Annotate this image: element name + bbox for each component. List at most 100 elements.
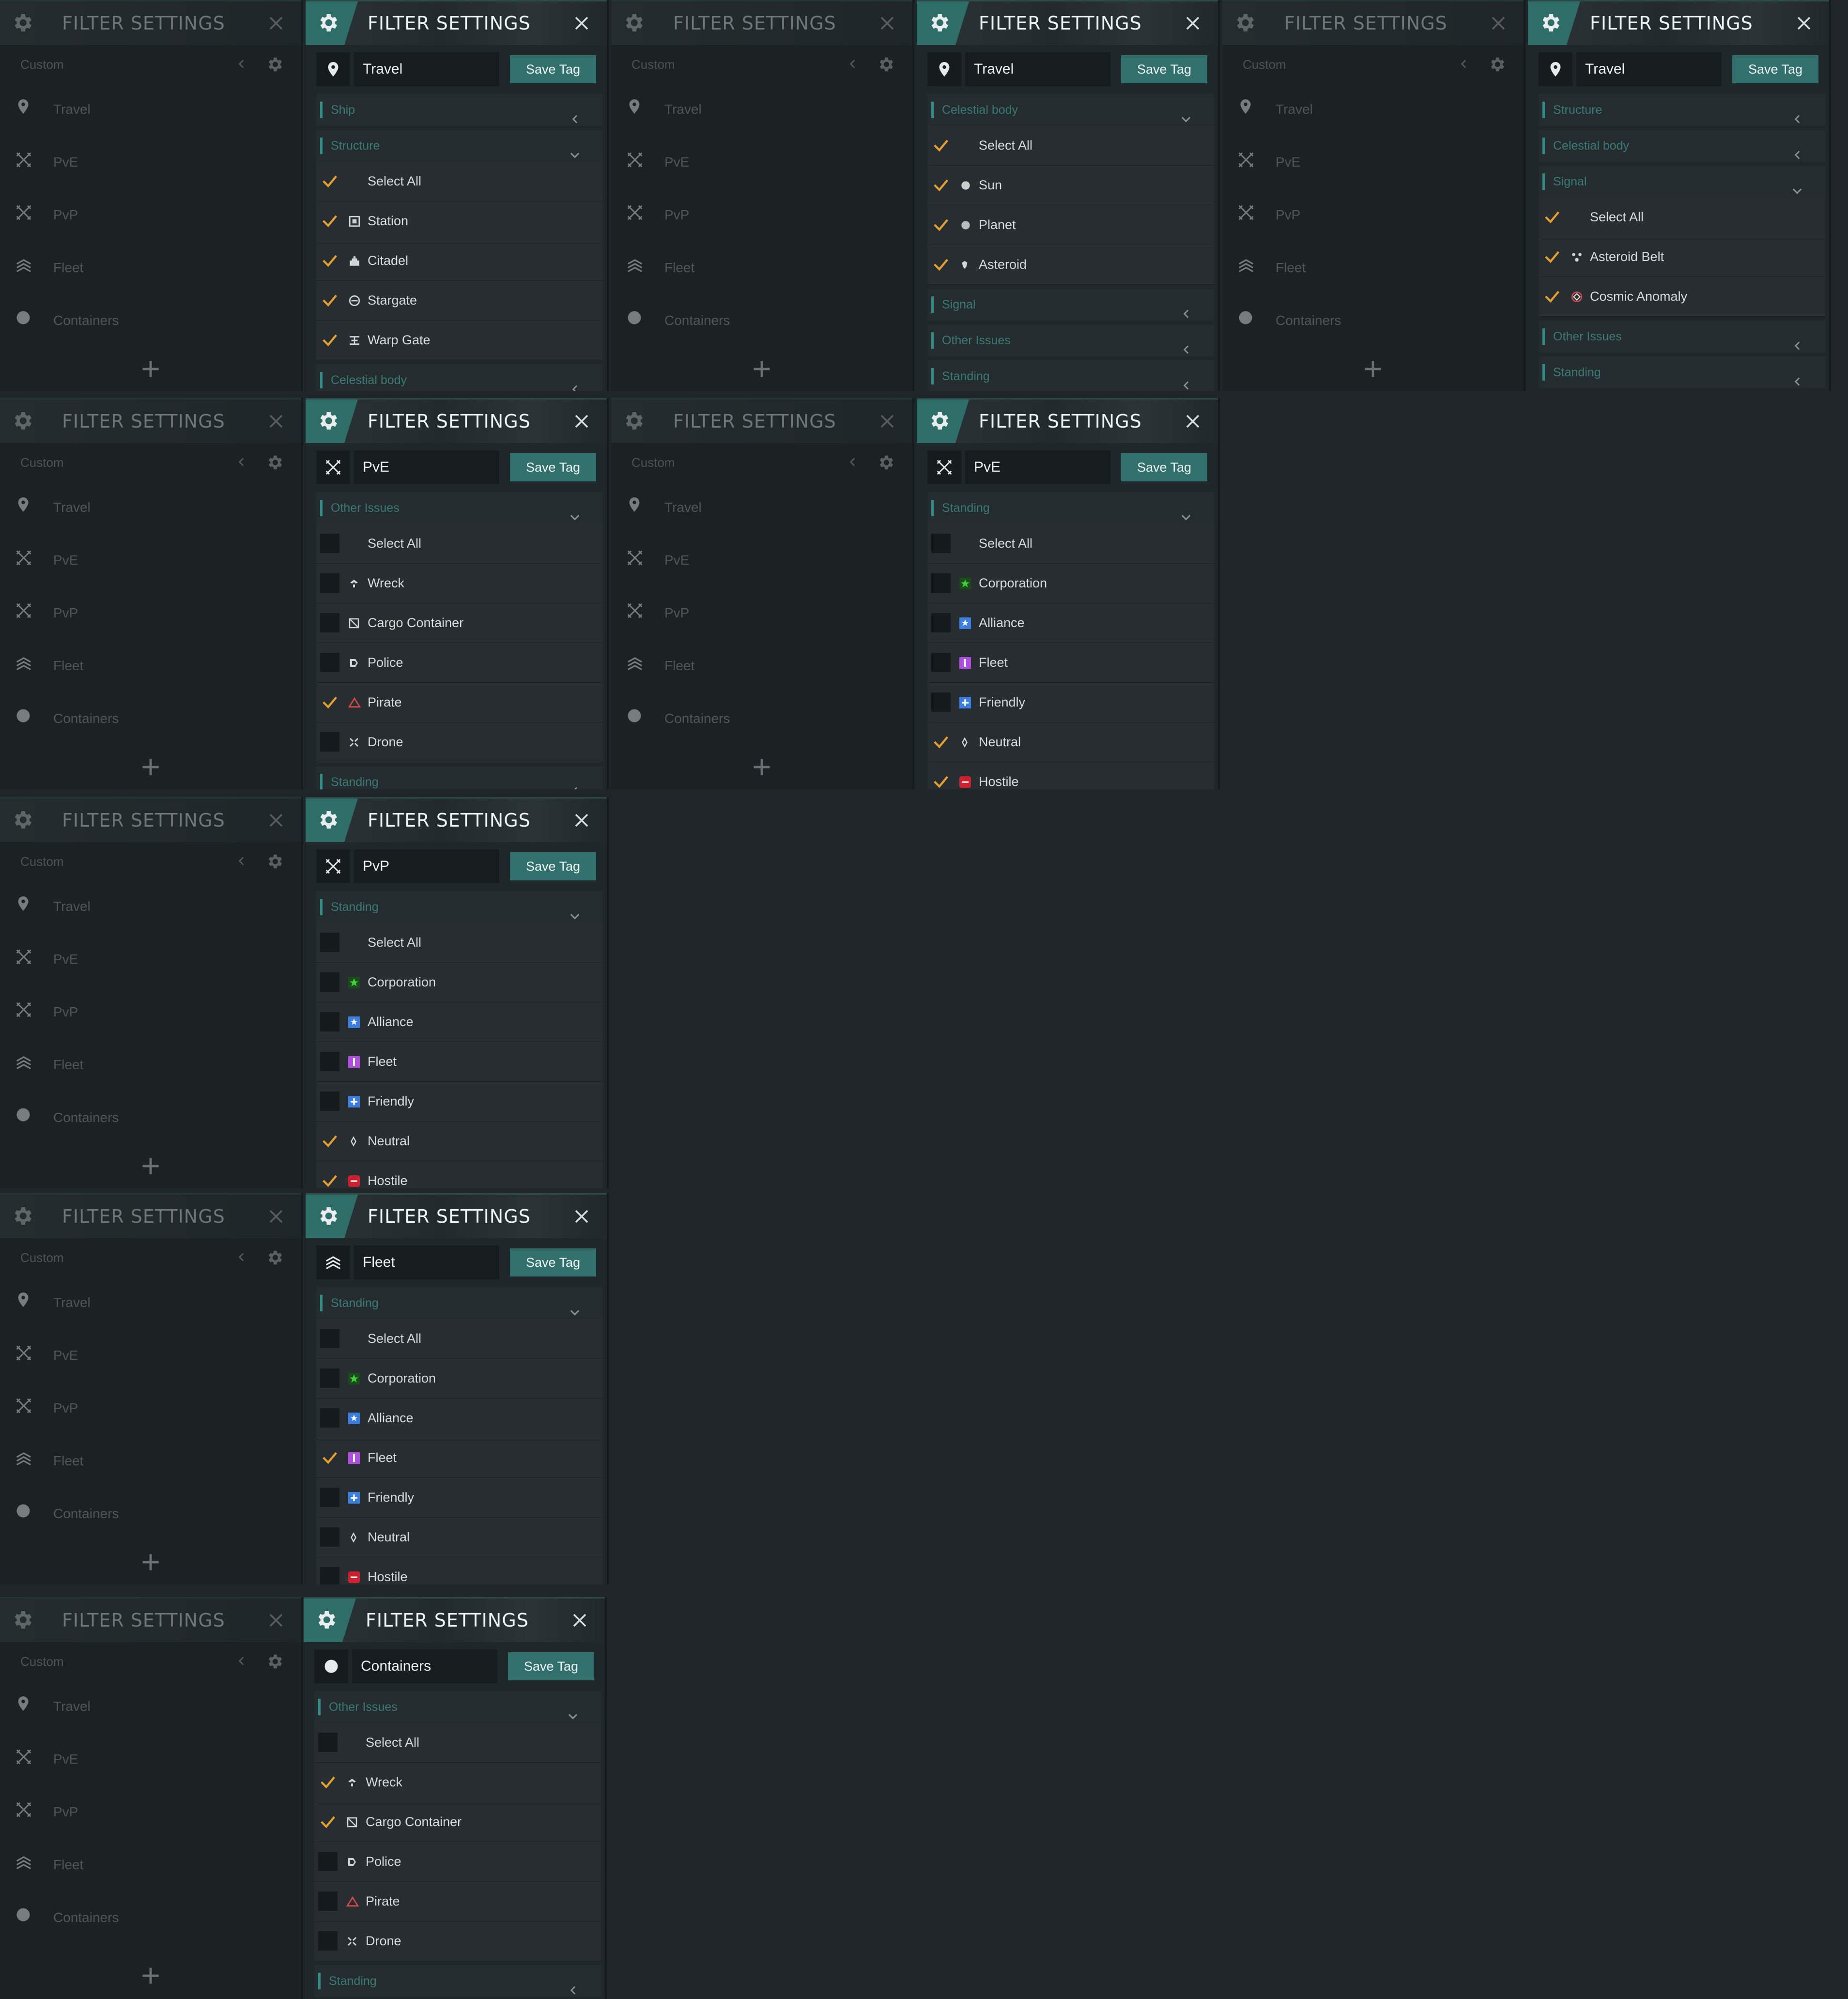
filter-row[interactable]: Select All [316, 162, 603, 201]
checkbox[interactable] [931, 534, 951, 553]
custom-preset-row[interactable]: Custom [11, 1241, 291, 1275]
tag-name-input[interactable]: Travel [354, 52, 499, 86]
filter-row[interactable]: Asteroid [927, 245, 1214, 285]
nav-item-containers[interactable]: Containers [1222, 294, 1524, 347]
section-header[interactable]: Other Issues [316, 492, 603, 524]
checkbox[interactable] [931, 613, 951, 632]
filter-row[interactable]: Alliance [316, 1002, 603, 1042]
section-header[interactable]: Standing [1539, 356, 1825, 388]
filter-row[interactable]: Alliance [316, 1399, 603, 1438]
filter-row[interactable]: Select All [316, 524, 603, 564]
gear-icon[interactable] [1233, 11, 1256, 34]
filter-row[interactable]: Fleet [316, 1042, 603, 1082]
section-header[interactable]: Standing [927, 492, 1214, 524]
nav-item-pve[interactable]: PvE [0, 136, 301, 188]
checkbox[interactable] [931, 692, 951, 712]
nav-item-pve[interactable]: PvE [1222, 136, 1524, 188]
custom-preset-row[interactable]: Custom [11, 1645, 291, 1678]
swords-icon[interactable] [316, 849, 350, 883]
checkbox[interactable] [320, 1488, 339, 1507]
nav-item-travel[interactable]: Travel [611, 481, 912, 534]
filter-row[interactable]: Friendly [316, 1478, 603, 1518]
nav-item-pvp[interactable]: PvP [0, 986, 301, 1038]
close-icon[interactable] [1490, 15, 1507, 32]
filter-row[interactable]: Wreck [316, 564, 603, 603]
section-header[interactable]: Other Issues [314, 1691, 601, 1723]
chevron-left-icon[interactable] [235, 456, 248, 471]
save-tag-button[interactable]: Save Tag [510, 852, 596, 880]
filter-row[interactable]: Select All [1539, 198, 1825, 237]
filter-row[interactable]: Select All [927, 524, 1214, 564]
check-icon[interactable] [320, 251, 339, 270]
tag-name-input[interactable]: PvP [354, 849, 499, 883]
gear-icon[interactable] [11, 1204, 34, 1228]
nav-item-pve[interactable]: PvE [611, 136, 912, 188]
checkbox[interactable] [320, 1052, 339, 1071]
filter-row[interactable]: Alliance [927, 603, 1214, 643]
nav-item-containers[interactable]: Containers [611, 294, 912, 347]
filter-row[interactable]: Wreck [314, 1763, 601, 1802]
check-icon[interactable] [320, 1448, 339, 1467]
section-header[interactable]: Other Issues [1539, 321, 1825, 353]
close-icon[interactable] [573, 1208, 590, 1225]
close-icon[interactable] [571, 1612, 588, 1629]
close-icon[interactable] [573, 812, 590, 829]
check-icon[interactable] [320, 211, 339, 231]
filter-row[interactable]: Select All [314, 1723, 601, 1763]
pin-icon[interactable] [927, 52, 961, 86]
gear-icon[interactable] [622, 409, 645, 432]
save-tag-button[interactable]: Save Tag [1121, 453, 1207, 481]
close-icon[interactable] [1184, 413, 1201, 430]
check-icon[interactable] [931, 772, 951, 789]
checkbox[interactable] [318, 1852, 338, 1871]
fleet-icon[interactable] [316, 1246, 350, 1279]
checkbox[interactable] [320, 534, 339, 553]
checkbox[interactable] [320, 1527, 339, 1547]
section-header[interactable]: Standing [927, 360, 1214, 391]
check-icon[interactable] [931, 215, 951, 234]
close-icon[interactable] [267, 1612, 285, 1629]
section-header[interactable]: Standing [316, 766, 603, 789]
nav-item-fleet[interactable]: Fleet [611, 640, 912, 692]
filter-row[interactable]: Pirate [314, 1882, 601, 1922]
chevron-left-icon[interactable] [235, 1655, 248, 1670]
close-icon[interactable] [267, 413, 285, 430]
nav-item-containers[interactable]: Containers [611, 692, 912, 745]
nav-item-travel[interactable]: Travel [611, 83, 912, 136]
nav-item-pvp[interactable]: PvP [611, 587, 912, 639]
gear-icon[interactable] [11, 808, 34, 831]
section-header[interactable]: Celestial body [927, 94, 1214, 126]
pin-icon[interactable] [316, 52, 350, 86]
save-tag-button[interactable]: Save Tag [1732, 55, 1818, 83]
check-icon[interactable] [318, 1772, 338, 1792]
check-icon[interactable] [318, 1812, 338, 1831]
swords-icon[interactable] [316, 450, 350, 484]
add-filter-icon[interactable] [140, 1552, 161, 1573]
settings-icon[interactable] [1488, 55, 1506, 74]
check-icon[interactable] [931, 732, 951, 752]
section-header[interactable]: Ship [316, 94, 603, 126]
filter-row[interactable]: Police [316, 643, 603, 683]
filter-row[interactable]: Neutral [316, 1518, 603, 1557]
nav-item-fleet[interactable]: Fleet [1222, 242, 1524, 294]
close-icon[interactable] [267, 15, 285, 32]
checkbox[interactable] [318, 1733, 338, 1752]
chevron-left-icon[interactable] [235, 58, 248, 73]
nav-item-containers[interactable]: Containers [0, 1092, 301, 1144]
nav-item-pve[interactable]: PvE [0, 534, 301, 586]
pin-icon[interactable] [1539, 52, 1572, 86]
settings-icon[interactable] [265, 1248, 284, 1267]
filter-row[interactable]: Drone [316, 723, 603, 762]
checkbox[interactable] [320, 653, 339, 672]
tag-name-input[interactable]: Travel [965, 52, 1110, 86]
save-tag-button[interactable]: Save Tag [1121, 55, 1207, 83]
filter-row[interactable]: Neutral [927, 723, 1214, 762]
section-header[interactable]: Other Issues [927, 324, 1214, 356]
checkbox[interactable] [318, 1891, 338, 1911]
section-header[interactable]: Celestial body [316, 364, 603, 391]
filter-row[interactable]: Select All [316, 923, 603, 963]
save-tag-button[interactable]: Save Tag [510, 55, 596, 83]
filter-row[interactable]: Corporation [316, 1359, 603, 1399]
tag-name-input[interactable]: PvE [354, 450, 499, 484]
nav-item-containers[interactable]: Containers [0, 1488, 301, 1540]
